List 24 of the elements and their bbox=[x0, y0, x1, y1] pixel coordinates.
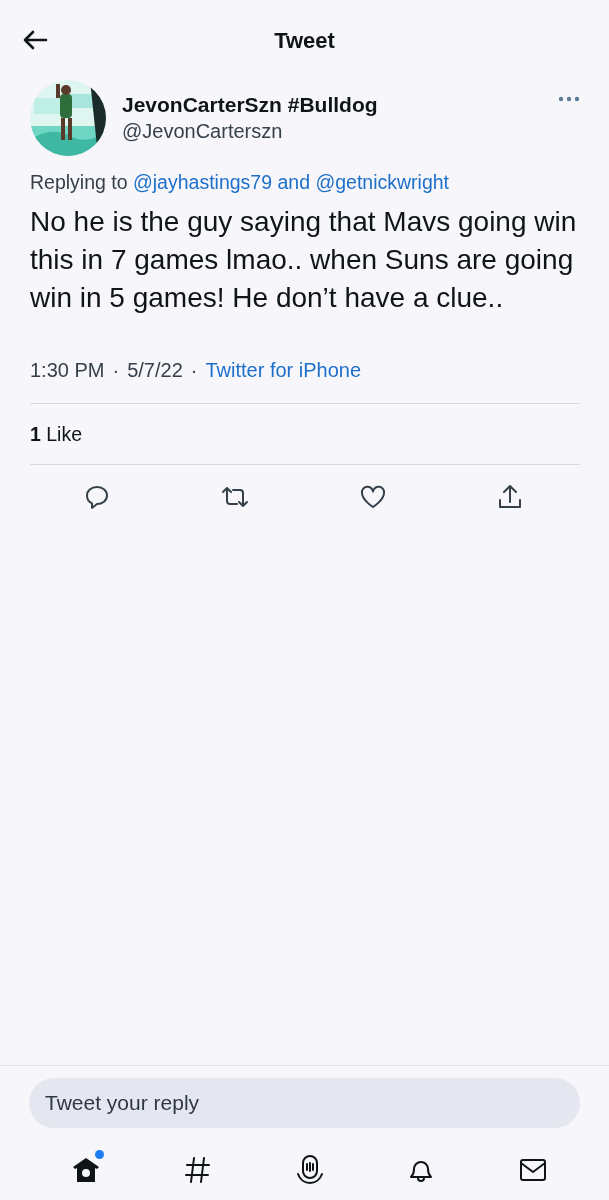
tweet-text: No he is the guy saying that Mavs going win this in 7 games lmao.. when Suns are going win in 5 games! He don’t have a clue.. bbox=[30, 205, 578, 316]
author-handle: @JevonCarterszn bbox=[122, 119, 284, 144]
envelope-icon[interactable] bbox=[518, 1156, 548, 1184]
mention-joiner: and bbox=[277, 171, 310, 193]
meta-text: · bbox=[112, 358, 120, 384]
like-count: 1 Like bbox=[30, 404, 580, 465]
mention-link[interactable]: @getnickwright bbox=[315, 171, 450, 193]
back-arrow-icon[interactable] bbox=[22, 29, 48, 51]
mention-link[interactable]: @jayhastings79 bbox=[133, 171, 273, 193]
source-link[interactable]: Twitter for iPhone bbox=[205, 355, 362, 386]
hashtag-icon[interactable] bbox=[183, 1155, 212, 1185]
heart-icon[interactable] bbox=[359, 483, 388, 510]
reply-icon[interactable] bbox=[84, 483, 110, 510]
share-icon[interactable] bbox=[496, 482, 523, 511]
meta-text: 5/7/22 bbox=[127, 358, 183, 384]
replying-label: Replying to bbox=[30, 171, 128, 193]
more-icon[interactable] bbox=[558, 96, 580, 102]
reply-field[interactable]: Tweet your reply bbox=[29, 1078, 580, 1128]
page-title: Tweet bbox=[274, 26, 335, 55]
home-icon[interactable] bbox=[71, 1155, 101, 1185]
meta-text: · bbox=[190, 358, 198, 384]
meta-text: 1:30 PM bbox=[30, 358, 105, 384]
microphone-icon[interactable] bbox=[294, 1154, 325, 1186]
author-name: JevonCarterSzn #Bulldog bbox=[122, 92, 379, 118]
